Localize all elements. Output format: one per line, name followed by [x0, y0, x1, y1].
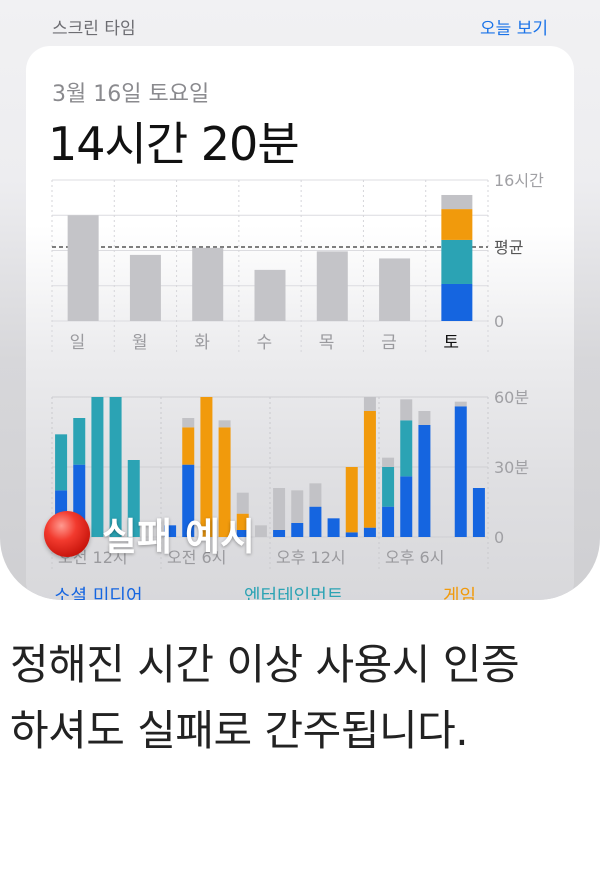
notice-line-2: 하셔도 실패로 간주됩니다.: [10, 706, 469, 755]
legend-game: 게임: [443, 586, 477, 600]
hourly-bar-segment: [309, 483, 322, 507]
hourly-ytick-max: 60분: [494, 388, 529, 407]
hourly-bar-segment: [400, 399, 413, 421]
hourly-bar-segment: [400, 476, 413, 537]
hourly-bar-segment: [327, 518, 340, 537]
hourly-bar-segment: [363, 527, 376, 537]
hourly-bar-segment: [218, 420, 231, 428]
hourly-bar-segment: [454, 406, 467, 537]
fail-example-label: 실패 예시: [102, 515, 256, 559]
fail-example-badge: 실패 예시: [44, 506, 255, 561]
red-circle-icon: [44, 510, 90, 557]
hourly-ytick-mid: 30분: [494, 458, 529, 477]
hourly-bar-segment: [73, 418, 86, 465]
hourly-bar-segment: [345, 467, 358, 533]
legend-social-media: 소셜 미디어: [54, 586, 143, 600]
hourly-bar-segment: [454, 401, 467, 407]
legend-entertainment: 엔터테인먼트: [244, 586, 344, 600]
hourly-bar-segment: [55, 434, 68, 491]
hourly-bar-segment: [291, 523, 304, 537]
hourly-bar-segment: [382, 457, 395, 467]
notice-line-1: 정해진 시간 이상 사용시 인증: [10, 640, 520, 689]
hourly-bar-segment: [400, 420, 413, 477]
hourly-bar-segment: [418, 425, 431, 537]
hourly-bar-segment: [363, 411, 376, 528]
hourly-bar-segment: [182, 418, 195, 428]
hourly-bar-segment: [273, 488, 286, 530]
notice-text: 정해진 시간 이상 사용시 인증 하셔도 실패로 간주됩니다.: [10, 632, 590, 764]
hourly-bar-segment: [345, 532, 358, 537]
hourly-bar-segment: [472, 488, 485, 537]
screen-time-screenshot: 스크린 타임 오늘 보기 3월 16일 토요일 14시간 20분 일월화수목금토…: [0, 0, 600, 600]
hourly-bar-segment: [309, 506, 322, 537]
hourly-bar-segment: [273, 530, 286, 537]
hourly-bar-segment: [363, 397, 376, 411]
hourly-x-label: 오후 12시: [276, 548, 346, 567]
hourly-bar-segment: [382, 467, 395, 507]
hourly-ytick-zero: 0: [494, 528, 504, 547]
hourly-bar-segment: [254, 525, 267, 537]
hourly-bar-segment: [291, 490, 304, 523]
hourly-bar-segment: [418, 411, 431, 425]
hourly-bar-segment: [182, 427, 195, 465]
hourly-x-label: 오후 6시: [385, 548, 444, 567]
hourly-bar-segment: [382, 506, 395, 537]
